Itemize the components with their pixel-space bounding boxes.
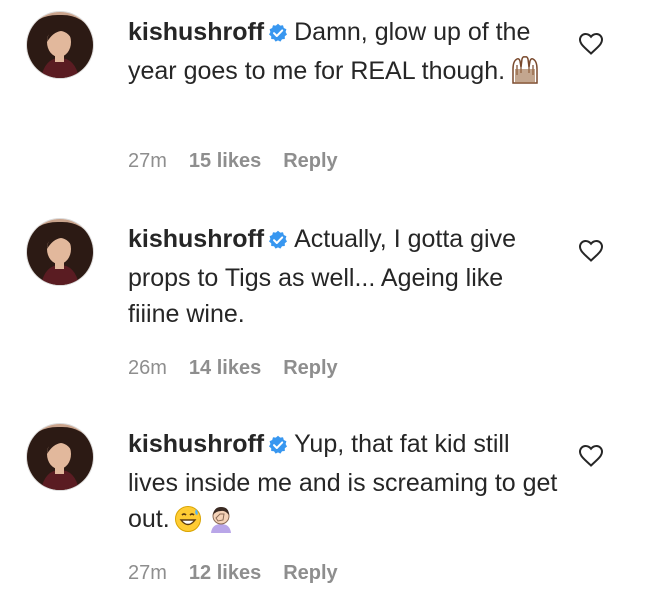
facepalm-icon [206,505,236,543]
reply-button[interactable]: Reply [283,562,337,584]
avatar[interactable] [27,219,93,285]
comment: kishushroff Actually, I gotta give props … [0,207,650,407]
comment-body: kishushroff Actually, I gotta give props … [128,221,558,332]
reply-button[interactable]: Reply [283,357,337,379]
heart-outline-icon[interactable] [578,32,604,56]
comment-meta: 27m 12 likes Reply [128,562,360,585]
heart-outline-icon[interactable] [578,239,604,263]
avatar[interactable] [27,12,93,78]
comment-timestamp: 26m [128,357,167,379]
comment: kishushroff Damn, glow up of the year goe… [0,0,650,200]
verified-badge-icon [268,429,288,465]
comment-body: kishushroff Damn, glow up of the year goe… [128,14,558,95]
comment-timestamp: 27m [128,150,167,172]
comment: kishushroff Yup, that fat kid still lives… [0,412,650,612]
heart-outline-icon[interactable] [578,444,604,468]
raising-hands-icon [509,55,541,95]
comment-meta: 27m 15 likes Reply [128,150,360,173]
comment-body: kishushroff Yup, that fat kid still lives… [128,426,558,543]
comment-meta: 26m 14 likes Reply [128,357,360,380]
likes-count[interactable]: 14 likes [189,357,261,379]
comment-username[interactable]: kishushroff [128,18,264,46]
avatar[interactable] [27,424,93,490]
likes-count[interactable]: 12 likes [189,562,261,584]
comment-username[interactable]: kishushroff [128,430,264,458]
verified-badge-icon [268,224,288,260]
verified-badge-icon [268,17,288,53]
grinning-sweat-icon [174,505,202,543]
comment-username[interactable]: kishushroff [128,225,264,253]
comment-timestamp: 27m [128,562,167,584]
reply-button[interactable]: Reply [283,150,337,172]
likes-count[interactable]: 15 likes [189,150,261,172]
